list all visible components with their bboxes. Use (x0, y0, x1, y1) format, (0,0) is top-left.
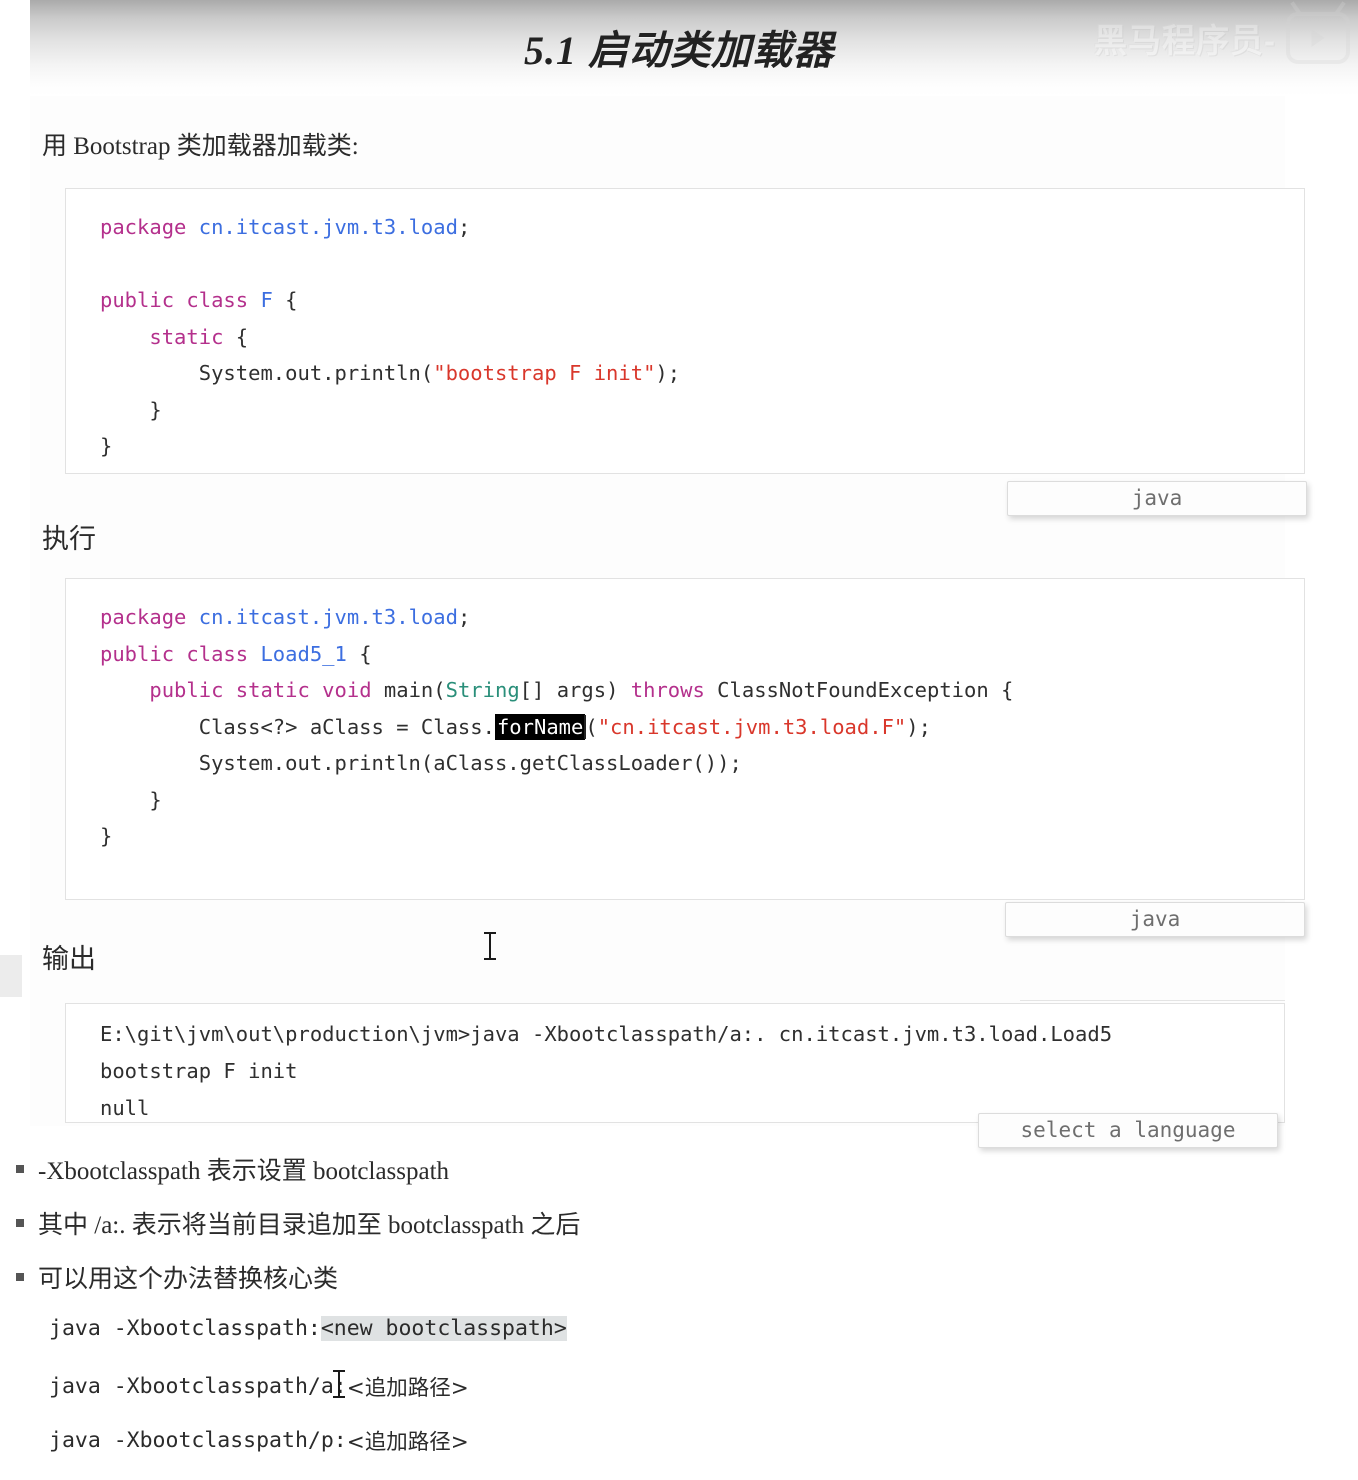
sub-item-highlight: <new bootclasspath> (320, 1316, 567, 1341)
bullet-square-icon (16, 1273, 24, 1281)
code-block-bootstrap-class[interactable]: package cn.itcast.jvm.t3.load; public cl… (65, 188, 1305, 474)
list-item: java -Xbootclasspath/a: <追加路径> (49, 1371, 469, 1402)
language-chip-select-language[interactable]: select a language (978, 1113, 1278, 1148)
list-item: -Xbootclasspath 表示设置 bootclasspath (16, 1151, 449, 1187)
console-output-block[interactable]: E:\git\jvm\out\production\jvm>java -Xboo… (65, 1003, 1285, 1123)
language-chip-java-1[interactable]: java (1007, 481, 1307, 516)
sub-item-prefix: java -Xbootclasspath/a: (49, 1374, 347, 1399)
list-item-label: 可以用这个办法替换核心类 (38, 1266, 339, 1293)
list-item-label: 其中 /a:. 表示将当前目录追加至 bootclasspath 之后 (38, 1212, 581, 1239)
list-item: 其中 /a:. 表示将当前目录追加至 bootclasspath 之后 (16, 1205, 580, 1241)
sub-item-suffix: <追加路径> (346, 1376, 469, 1401)
list-item: 可以用这个办法替换核心类 (16, 1259, 338, 1295)
output-line-0: E:\git\jvm\out\production\jvm>java -Xboo… (100, 1022, 1113, 1046)
sub-item-prefix: java -Xbootclasspath: (49, 1316, 321, 1341)
output-line-2: null (100, 1096, 150, 1120)
list-item: java -Xbootclasspath/p: <追加路径> (49, 1425, 469, 1456)
language-chip-java-2[interactable]: java (1005, 902, 1305, 937)
sub-item-suffix: <追加路径> (346, 1430, 469, 1455)
selected-token-forname[interactable]: forName (494, 713, 586, 740)
slide-surface: 黑马程序员- 5.1 启动类加载器 用 Bootstrap 类加载器加载类: p… (0, 0, 1358, 1480)
bullet-square-icon (16, 1219, 24, 1227)
intro-paragraph: 用 Bootstrap 类加载器加载类: (42, 133, 359, 160)
list-item-label: -Xbootclasspath 表示设置 bootclasspath (38, 1158, 450, 1185)
code-block-load5-1[interactable]: package cn.itcast.jvm.t3.load; public cl… (65, 578, 1305, 900)
left-edge-tab[interactable] (0, 955, 22, 997)
bullet-square-icon (16, 1165, 24, 1173)
page-title: 5.1 启动类加载器 (524, 28, 834, 73)
panel-divider (1020, 1000, 1285, 1001)
output-line-1: bootstrap F init (100, 1059, 298, 1083)
list-item: java -Xbootclasspath: <new bootclasspath> (49, 1316, 567, 1341)
section-heading-exec: 执行 (42, 524, 96, 554)
sub-item-prefix: java -Xbootclasspath/p: (49, 1428, 347, 1453)
section-heading-output: 输出 (42, 944, 96, 974)
